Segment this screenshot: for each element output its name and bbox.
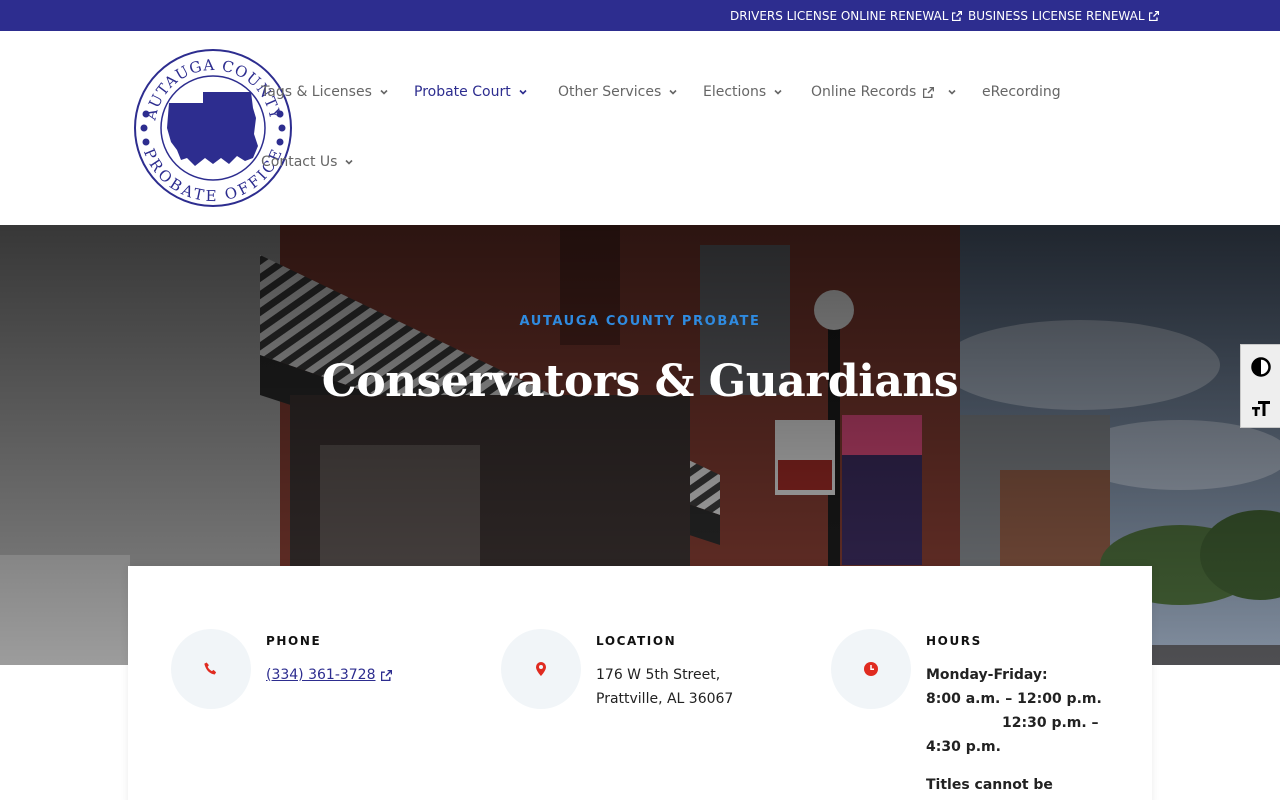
nav-erecording-label: eRecording [982, 84, 1061, 100]
nav-elections[interactable]: Elections [703, 84, 783, 100]
drivers-license-renewal-link[interactable]: DRIVERS LICENSE ONLINE RENEWAL [730, 8, 963, 24]
hours-note: Titles cannot be [926, 777, 1053, 793]
map-pin-icon [536, 662, 546, 676]
county-map-icon [167, 92, 258, 166]
phone-icon-circle [171, 629, 251, 709]
hours-line-2: 12:30 p.m. – [1002, 715, 1099, 731]
nav-other-services-label: Other Services [558, 84, 662, 100]
location-heading: LOCATION [596, 634, 677, 648]
external-link-icon [1148, 11, 1159, 21]
hours-icon-circle [831, 629, 911, 709]
clock-icon [864, 662, 878, 676]
nav-other-services[interactable]: Other Services [558, 84, 678, 100]
hours-line-3: 4:30 p.m. [926, 739, 1001, 755]
address-line-2: Prattville, AL 36067 [596, 691, 734, 707]
phone-text: (334) 361-3728 [266, 663, 392, 687]
external-link-icon [380, 669, 392, 681]
nav-erecording[interactable]: eRecording [982, 84, 1061, 100]
phone-icon [204, 662, 217, 675]
hours-days: Monday-Friday: [926, 667, 1048, 683]
nav-elections-label: Elections [703, 84, 767, 100]
address-line-1: 176 W 5th Street, [596, 667, 721, 683]
location-text: 176 W 5th Street, Prattville, AL 36067 [596, 663, 733, 711]
nav-contact-us[interactable]: Contact Us [261, 154, 354, 170]
nav-probate-court[interactable]: Probate Court [414, 84, 528, 100]
site-logo[interactable]: AUTAUGA COUNTY PROBATE OFFICE [133, 48, 293, 208]
nav-tags-licenses[interactable]: Tags & Licenses [261, 84, 389, 100]
hero-kicker: AUTAUGA COUNTY PROBATE [519, 314, 761, 329]
font-size-toggle[interactable] [1241, 388, 1280, 428]
high-contrast-toggle[interactable] [1241, 347, 1280, 387]
external-link-icon [952, 11, 963, 21]
text-size-icon [1252, 401, 1270, 416]
phone-number: (334) 361-3728 [266, 667, 376, 683]
external-link-icon [923, 86, 935, 98]
contrast-icon [1251, 357, 1271, 377]
nav-online-records[interactable]: Online Records [811, 84, 957, 100]
location-icon-circle [501, 629, 581, 709]
phone-number-link[interactable]: (334) 361-3728 [266, 663, 392, 687]
page-title: Conservators & Guardians [321, 356, 959, 407]
chevron-down-icon [345, 159, 354, 165]
chevron-down-icon [669, 89, 677, 95]
nav-online-records-label: Online Records [811, 84, 917, 100]
chevron-down-icon [774, 89, 782, 95]
business-license-renewal-link[interactable]: BUSINESS LICENSE RENEWAL [968, 8, 1159, 24]
business-license-renewal-label: BUSINESS LICENSE RENEWAL [968, 9, 1145, 23]
nav-probate-court-label: Probate Court [414, 84, 511, 100]
drivers-license-renewal-label: DRIVERS LICENSE ONLINE RENEWAL [730, 9, 949, 23]
contact-info-card: PHONE (334) 361-3728 LOCATION 176 W 5th … [128, 566, 1152, 800]
chevron-down-icon [519, 89, 527, 95]
hours-text: Monday-Friday: 8:00 a.m. – 12:00 p.m. 12… [926, 663, 1106, 797]
chevron-down-icon [380, 89, 388, 95]
hours-line-1: 8:00 a.m. – 12:00 p.m. [926, 691, 1102, 707]
accessibility-toolbar [1240, 344, 1280, 428]
utility-bar: DRIVERS LICENSE ONLINE RENEWAL BUSINESS … [0, 0, 1280, 31]
nav-contact-us-label: Contact Us [261, 154, 338, 170]
nav-tags-licenses-label: Tags & Licenses [261, 84, 372, 100]
chevron-down-icon [948, 89, 956, 95]
phone-heading: PHONE [266, 634, 322, 648]
hours-heading: HOURS [926, 634, 982, 648]
